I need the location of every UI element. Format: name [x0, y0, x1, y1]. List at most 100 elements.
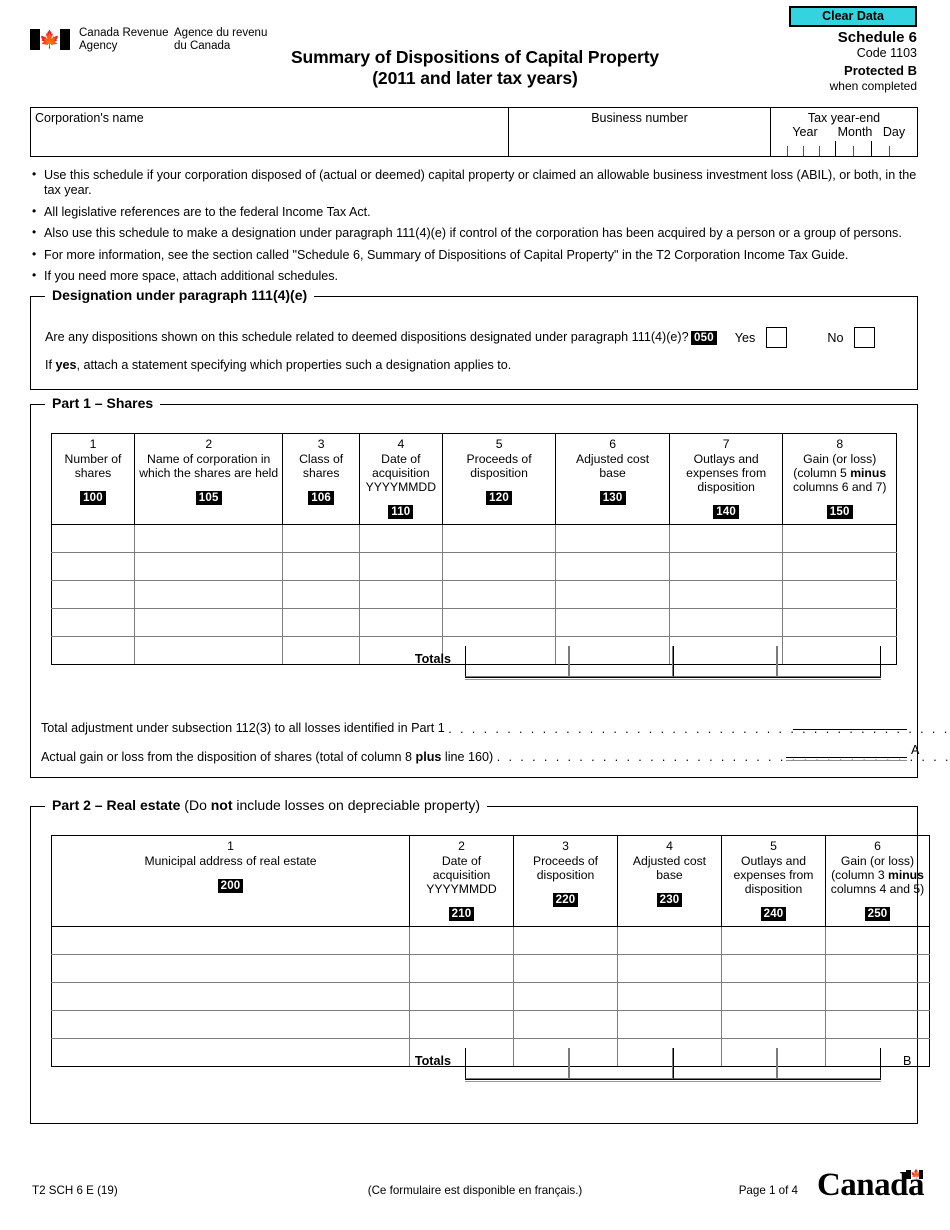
part1-cell-col3[interactable]: [282, 552, 360, 581]
part2-cell-col5[interactable]: [721, 982, 826, 1011]
part1-cell-col5[interactable]: [441, 552, 557, 581]
part2-cell-col4[interactable]: [617, 926, 722, 955]
part1-cell-col7[interactable]: [668, 608, 784, 637]
part2-cell-col6[interactable]: [825, 926, 930, 955]
instruction-item: Use this schedule if your corporation di…: [32, 167, 922, 199]
part2-cell-col6[interactable]: [825, 982, 930, 1011]
part1-cell-col1[interactable]: [51, 580, 135, 609]
part1-cell-col4[interactable]: [358, 608, 443, 637]
field-number-wrap: 110: [362, 500, 440, 519]
part2-total-col3[interactable]: [465, 1048, 569, 1079]
part2-cell-col6[interactable]: [825, 954, 930, 983]
part1-cell-col4[interactable]: [358, 580, 443, 609]
part1-cell-col6[interactable]: [555, 524, 670, 553]
part1-cell-col7[interactable]: [668, 552, 784, 581]
part1-column-header-6: 6 Adjusted cost base 130: [555, 433, 670, 525]
column-title-line: disposition: [697, 480, 755, 494]
part1-table-row: [51, 608, 897, 637]
year-label: Year: [792, 125, 818, 139]
part2-cell-col1[interactable]: [51, 1010, 410, 1039]
part1-cell-col7[interactable]: [668, 580, 784, 609]
part1-total-col5[interactable]: [465, 646, 569, 677]
part1-column-header-2: 2 Name of corporation in which the shares …: [133, 433, 284, 525]
part2-cell-col5[interactable]: [721, 1010, 826, 1039]
part2-cell-col2[interactable]: [409, 954, 514, 983]
yes-checkbox[interactable]: [766, 327, 788, 348]
part1-cell-col8[interactable]: [782, 552, 897, 581]
part2-totals-label: Totals: [414, 1054, 451, 1068]
part1-line160-value[interactable]: [793, 729, 907, 730]
part2-cell-col3[interactable]: [513, 982, 618, 1011]
column-number: 5: [770, 839, 777, 853]
part2-cell-col3[interactable]: [513, 1010, 618, 1039]
part1-cell-col4[interactable]: [358, 524, 443, 553]
page-title: Summary of Dispositions of Capital Prope…: [0, 47, 950, 89]
part1-cell-col7[interactable]: [668, 524, 784, 553]
column-number: 4: [666, 839, 673, 853]
part1-cell-col8[interactable]: [782, 608, 897, 637]
field-number-wrap: 210: [412, 902, 511, 921]
part1-cell-col2[interactable]: [133, 552, 284, 581]
part1-cell-col6[interactable]: [555, 552, 670, 581]
part1-cell-col3[interactable]: [282, 524, 360, 553]
part2-cell-col1[interactable]: [51, 954, 410, 983]
part1-cell-col6[interactable]: [555, 608, 670, 637]
part1-cell-col1[interactable]: [51, 552, 135, 581]
field-number-210: 210: [448, 907, 475, 921]
part2-total-col6[interactable]: [777, 1048, 881, 1079]
part2-cell-col6[interactable]: [825, 1010, 930, 1039]
part1-cell-col4[interactable]: [358, 552, 443, 581]
part1-total-col8[interactable]: [777, 646, 881, 677]
column-title-line: expenses from: [686, 466, 767, 480]
part2-cell-col5[interactable]: [721, 926, 826, 955]
part1-cell-col1[interactable]: [51, 524, 135, 553]
part1-cell-col3[interactable]: [282, 580, 360, 609]
part1-cell-col5[interactable]: [441, 524, 557, 553]
part1-cell-col1[interactable]: [51, 636, 135, 665]
part1-cell-col2[interactable]: [133, 608, 284, 637]
part2-total-col5[interactable]: [673, 1048, 777, 1079]
part2-cell-col2[interactable]: [409, 982, 514, 1011]
tax-year-end-field[interactable]: Tax year-end Year Month Day: [771, 108, 917, 156]
field-number-105: 105: [195, 491, 222, 505]
part1-cell-col2[interactable]: [133, 580, 284, 609]
part1-cell-col8[interactable]: [782, 524, 897, 553]
corporation-name-field[interactable]: Corporation's name: [31, 108, 509, 156]
part1-column-header-8: 8 Gain (or loss) (column 5 minus columns 6 …: [782, 433, 897, 525]
part2-cell-col5[interactable]: [721, 954, 826, 983]
part1-table: 1 Number of shares 100 2 Name of corporation …: [51, 433, 897, 665]
part1-cell-col2[interactable]: [133, 636, 284, 665]
part2-cell-col4[interactable]: [617, 954, 722, 983]
part1-cell-col1[interactable]: [51, 608, 135, 637]
part2-cell-col3[interactable]: [513, 926, 618, 955]
part1-cell-col8[interactable]: [782, 580, 897, 609]
part2-table-row: [51, 1010, 930, 1039]
part2-cell-col2[interactable]: [409, 926, 514, 955]
part2-cell-col4[interactable]: [617, 1010, 722, 1039]
part2-cell-col2[interactable]: [409, 1010, 514, 1039]
designation-note-bold: yes: [55, 358, 77, 372]
part2-totals-underline: [465, 1079, 881, 1082]
part2-cell-col1[interactable]: [51, 926, 410, 955]
part1-cell-col5[interactable]: [441, 608, 557, 637]
part1-total-col7[interactable]: [673, 646, 777, 677]
part2-legend: Part 2 – Real estate (Do not include los…: [45, 797, 487, 813]
part2-cell-col3[interactable]: [513, 954, 618, 983]
page-title-line2: (2011 and later tax years): [372, 68, 578, 88]
part1-cell-col2[interactable]: [133, 524, 284, 553]
part1-cell-col6[interactable]: [555, 580, 670, 609]
column-title-line: (column 5 minus: [793, 466, 887, 480]
part1-lineA-value[interactable]: [786, 757, 907, 761]
column-title-line: Adjusted cost: [576, 452, 650, 466]
no-checkbox[interactable]: [854, 327, 876, 348]
part1-cell-col5[interactable]: [441, 580, 557, 609]
part1-cell-col3[interactable]: [282, 608, 360, 637]
part2-cell-col4[interactable]: [617, 982, 722, 1011]
business-number-field[interactable]: Business number: [509, 108, 771, 156]
part2-cell-col1[interactable]: [51, 982, 410, 1011]
part1-total-col6[interactable]: [569, 646, 673, 677]
column-title-line: YYYYMMDD: [426, 882, 497, 896]
instruction-item: All legislative references are to the fe…: [32, 204, 922, 220]
part2-total-col4[interactable]: [569, 1048, 673, 1079]
column-title-line: YYYYMMDD: [365, 480, 437, 494]
